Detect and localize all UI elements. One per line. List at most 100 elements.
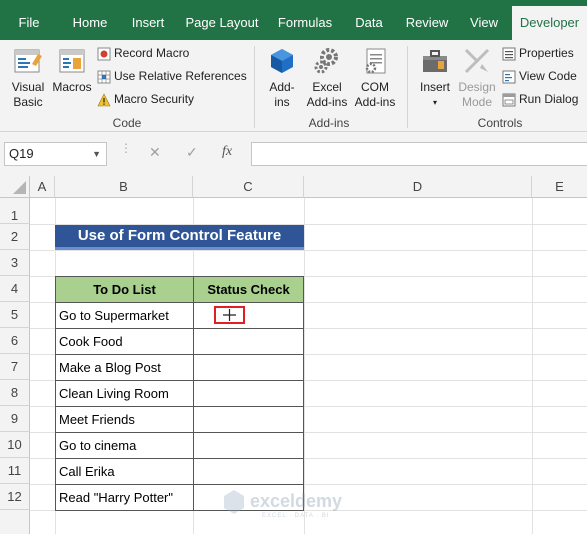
insert-function-icon[interactable]: fx — [222, 144, 232, 160]
formula-bar-icons: ✕ ✓ fx — [138, 142, 248, 166]
excel-add-ins-button[interactable]: Excel Add-ins — [303, 44, 351, 114]
group-divider — [254, 46, 255, 128]
task-cell[interactable]: Go to cinema — [55, 432, 194, 459]
add-ins-button[interactable]: Add- ins — [262, 44, 302, 114]
record-macro-button[interactable]: Record Macro — [97, 43, 189, 63]
row-header-3[interactable]: 3 — [0, 250, 30, 276]
status-cell[interactable] — [193, 354, 304, 381]
status-cell[interactable] — [193, 406, 304, 433]
column-header-e[interactable]: E — [532, 176, 587, 198]
status-cell[interactable] — [193, 328, 304, 355]
svg-text:EXCEL · DATA · BI: EXCEL · DATA · BI — [262, 513, 330, 519]
com-add-ins-label-2: Add-ins — [354, 95, 396, 109]
add-ins-label-1: Add- — [269, 80, 295, 94]
column-header-a[interactable]: A — [30, 176, 55, 198]
column-header-d[interactable]: D — [304, 176, 532, 198]
crosshair-icon — [223, 309, 236, 321]
row-header-8[interactable]: 8 — [0, 380, 30, 406]
worksheet-grid: A B C D E 1 2 3 4 5 6 7 8 9 10 11 12 Use… — [0, 176, 587, 534]
row-header-7[interactable]: 7 — [0, 354, 30, 380]
status-cell[interactable] — [193, 380, 304, 407]
header-status-check[interactable]: Status Check — [193, 276, 304, 303]
tab-data[interactable]: Data — [347, 0, 391, 40]
macros-button[interactable]: Macros — [50, 44, 94, 104]
row-header-1[interactable]: 1 — [0, 198, 30, 224]
view-code-label: View Code — [519, 69, 577, 83]
add-ins-icon — [271, 49, 293, 73]
tab-formulas[interactable]: Formulas — [272, 0, 338, 40]
row-header-5[interactable]: 5 — [0, 302, 30, 328]
use-relative-references-label: Use Relative References — [114, 69, 247, 83]
view-code-button[interactable]: View Code — [502, 66, 577, 86]
add-ins-group-label: Add-ins — [308, 116, 350, 130]
com-add-ins-icon — [365, 48, 386, 74]
task-text: Go to Supermarket — [59, 308, 169, 323]
select-all-corner[interactable] — [0, 176, 30, 198]
relative-references-icon — [97, 70, 111, 84]
view-code-icon — [502, 70, 516, 84]
tab-developer[interactable]: Developer — [512, 6, 587, 40]
design-mode-button[interactable]: Design Mode — [456, 44, 498, 114]
cancel-icon[interactable]: ✕ — [149, 144, 161, 161]
formula-bar-grip[interactable]: ⋮ — [120, 142, 132, 162]
column-header-b[interactable]: B — [55, 176, 193, 198]
row-header-10[interactable]: 10 — [0, 432, 30, 458]
task-cell[interactable]: Clean Living Room — [55, 380, 194, 407]
tab-home[interactable]: Home — [64, 0, 116, 40]
row-header-9[interactable]: 9 — [0, 406, 30, 432]
formula-input[interactable] — [251, 142, 587, 166]
select-all-triangle-icon — [13, 181, 26, 194]
task-cell[interactable]: Meet Friends — [55, 406, 194, 433]
gridline — [304, 198, 305, 534]
status-cell[interactable] — [193, 458, 304, 485]
enter-icon[interactable]: ✓ — [186, 144, 198, 161]
properties-icon — [502, 47, 516, 61]
insert-controls-button[interactable]: Insert ▾ — [414, 44, 456, 114]
task-cell[interactable]: Call Erika — [55, 458, 194, 485]
design-mode-label-1: Design — [458, 80, 496, 94]
task-cell[interactable]: Read "Harry Potter" — [55, 484, 194, 511]
column-header-c[interactable]: C — [193, 176, 304, 198]
excel-add-ins-label-2: Add-ins — [306, 95, 348, 109]
run-dialog-button[interactable]: Run Dialog — [502, 89, 578, 109]
use-relative-references-button[interactable]: Use Relative References — [97, 66, 247, 86]
design-mode-icon — [464, 48, 490, 74]
properties-label: Properties — [519, 46, 574, 60]
row-header-6[interactable]: 6 — [0, 328, 30, 354]
task-text: Make a Blog Post — [59, 360, 161, 375]
macro-security-button[interactable]: Macro Security — [97, 89, 194, 109]
task-cell[interactable]: Go to Supermarket — [55, 302, 194, 329]
com-add-ins-button[interactable]: COM Add-ins — [351, 44, 399, 114]
gridline — [532, 198, 533, 534]
task-cell[interactable]: Make a Blog Post — [55, 354, 194, 381]
task-text: Clean Living Room — [59, 386, 169, 401]
row-header-11[interactable]: 11 — [0, 458, 30, 484]
run-dialog-icon — [502, 93, 516, 107]
group-divider — [407, 46, 408, 128]
chevron-down-icon: ▾ — [432, 98, 437, 107]
properties-button[interactable]: Properties — [502, 43, 574, 63]
insert-controls-label: Insert — [419, 80, 450, 94]
task-text: Meet Friends — [59, 412, 135, 427]
row-header-2[interactable]: 2 — [0, 224, 30, 250]
gridline — [30, 250, 587, 251]
tab-review[interactable]: Review — [401, 0, 453, 40]
row-header-4[interactable]: 4 — [0, 276, 30, 302]
tab-file[interactable]: File — [8, 0, 50, 40]
add-ins-label-2: ins — [274, 95, 290, 109]
status-cell[interactable] — [193, 302, 304, 329]
row-header-12[interactable]: 12 — [0, 484, 30, 510]
tab-page-layout[interactable]: Page Layout — [182, 0, 262, 40]
sheet-title[interactable]: Use of Form Control Feature — [55, 225, 304, 250]
row-header-13[interactable] — [0, 510, 30, 534]
tab-view[interactable]: View — [463, 0, 505, 40]
tab-insert[interactable]: Insert — [124, 0, 172, 40]
run-dialog-label: Run Dialog — [519, 92, 579, 106]
header-to-do-list[interactable]: To Do List — [55, 276, 194, 303]
chevron-down-icon[interactable]: ▼ — [92, 143, 101, 165]
visual-basic-button[interactable]: Visual Basic — [6, 44, 50, 114]
status-cell[interactable] — [193, 432, 304, 459]
name-box[interactable]: Q19 ▼ — [4, 142, 107, 166]
form-control-insert-cursor[interactable] — [214, 306, 245, 324]
task-cell[interactable]: Cook Food — [55, 328, 194, 355]
